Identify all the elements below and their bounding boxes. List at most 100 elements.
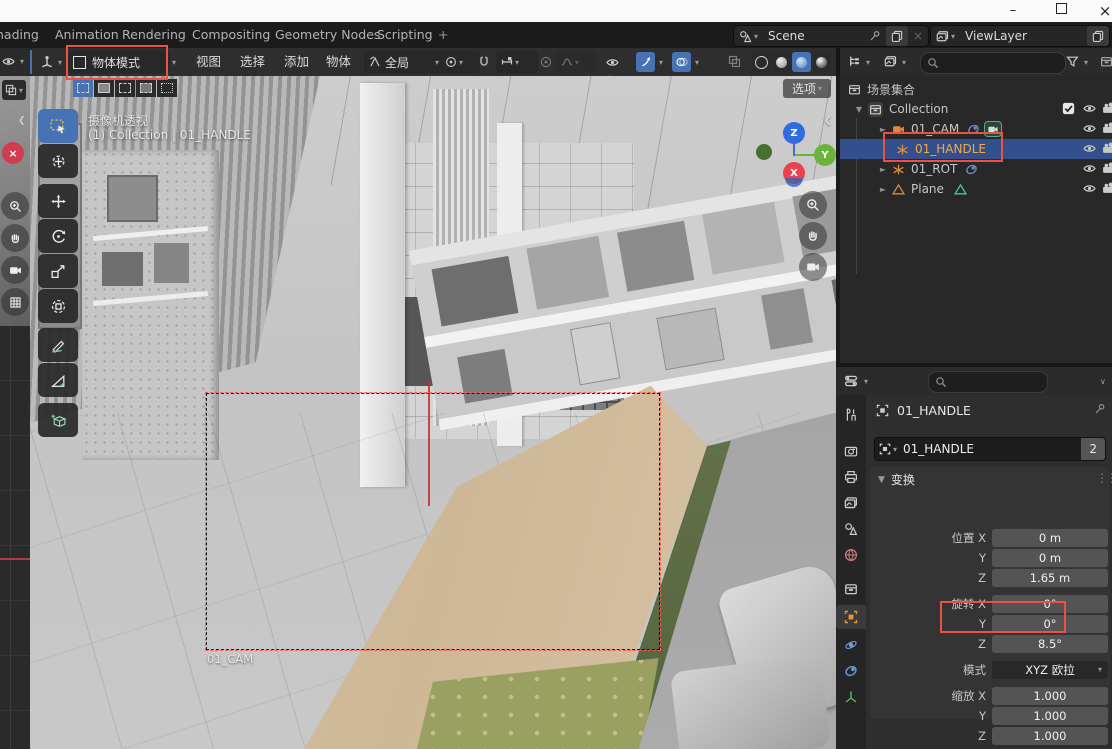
tool-scale[interactable]	[38, 254, 78, 288]
tool-transform[interactable]	[38, 289, 78, 323]
render-visibility-icon[interactable]	[1102, 142, 1112, 156]
annotation-eraser-icon[interactable]: ×	[2, 142, 24, 164]
tab-shading[interactable]: hading	[0, 22, 39, 48]
outliner-row-collection[interactable]: ▼ Collection	[840, 99, 1112, 119]
scale-z-field[interactable]: 1.000	[992, 727, 1108, 745]
tab-object-data[interactable]	[836, 685, 866, 709]
disclosure-closed-icon[interactable]: ►	[878, 165, 888, 174]
sliver-pan-button[interactable]	[1, 224, 29, 252]
rotation-y-field[interactable]: 0°	[992, 615, 1108, 633]
render-visibility-icon[interactable]	[1102, 102, 1112, 116]
menu-add[interactable]: 添加	[284, 48, 309, 76]
outliner-search-input[interactable]	[920, 52, 1066, 74]
tab-compositing[interactable]: Compositing	[192, 22, 270, 48]
render-visibility-icon[interactable]	[1102, 182, 1112, 196]
tab-geometry-nodes[interactable]: Geometry Nodes	[275, 22, 380, 48]
shading-material-button[interactable]	[792, 52, 811, 72]
menu-view[interactable]: 视图	[196, 48, 221, 76]
tab-render[interactable]	[836, 439, 866, 463]
minimize-button[interactable]: –	[998, 1, 1028, 21]
tool-add-cube[interactable]	[38, 403, 78, 437]
tab-scene[interactable]	[836, 517, 866, 541]
pivot-dropdown[interactable]: ▾	[440, 51, 480, 73]
tab-view-layer[interactable]	[836, 491, 866, 515]
render-visibility-icon[interactable]	[1102, 122, 1112, 136]
rotation-z-field[interactable]: 8.5°	[992, 635, 1108, 653]
tab-rendering[interactable]: Rendering	[122, 22, 186, 48]
snap-toggle[interactable]	[478, 56, 490, 68]
disclosure-closed-icon[interactable]: ►	[878, 185, 888, 194]
sliver-grid-button[interactable]	[1, 288, 29, 316]
tab-output[interactable]	[836, 465, 866, 489]
shading-solid-button[interactable]	[772, 52, 791, 72]
select-mode-intersect-button[interactable]	[157, 79, 177, 97]
drag-dots-icon[interactable]: ⋮⋮	[1096, 471, 1112, 485]
users-count-badge[interactable]: 2	[1081, 438, 1105, 460]
hide-eye-icon[interactable]	[1083, 102, 1097, 116]
disclosure-open-icon[interactable]: ▼	[854, 105, 864, 114]
hide-eye-icon[interactable]	[1083, 122, 1097, 136]
tab-constraints[interactable]	[836, 659, 866, 683]
orientation-dropdown[interactable]: 全局 ▾	[364, 51, 444, 73]
maximize-button[interactable]	[1046, 1, 1076, 21]
transform-panel-header[interactable]: ▼ 变换	[876, 471, 915, 488]
tab-world[interactable]	[836, 543, 866, 567]
add-workspace-button[interactable]: +	[438, 22, 448, 48]
outliner-row-plane[interactable]: ► Plane	[840, 179, 1112, 199]
properties-editor-type-button[interactable]	[844, 374, 858, 388]
pin-icon[interactable]	[1094, 403, 1106, 415]
mode-chevron-icon[interactable]: ▾	[172, 58, 176, 67]
tool-move[interactable]	[38, 184, 78, 218]
select-mode-new-button[interactable]	[73, 79, 93, 97]
options-dropdown[interactable]: 选项▾	[783, 79, 831, 98]
camera-frame[interactable]	[206, 393, 660, 650]
gizmo-dropdown[interactable]: ▾	[659, 58, 663, 67]
tab-collection[interactable]	[836, 577, 866, 601]
viewport-3d[interactable]: 01_CAM 选项▾ 摄像机透视 (1) Collection | 01_HAN…	[30, 76, 836, 749]
hide-eye-icon[interactable]	[1083, 162, 1097, 176]
view-layer-name-field[interactable]: ViewLayer	[960, 26, 1087, 46]
shading-wireframe-button[interactable]	[752, 52, 771, 72]
tab-animation[interactable]: Animation	[55, 22, 119, 48]
outliner-filter-button[interactable]	[1066, 55, 1079, 68]
outliner-row-01-cam[interactable]: ► 01_CAM	[840, 119, 1112, 139]
collection-checkbox[interactable]	[1062, 102, 1076, 116]
tool-measure[interactable]	[38, 363, 78, 397]
xray-toggle[interactable]	[728, 55, 741, 68]
outliner-filter-mode-dropdown[interactable]	[884, 55, 897, 68]
view-layer-browse-button[interactable]: ▾	[931, 26, 960, 46]
rotation-x-field[interactable]: 0°	[992, 595, 1108, 613]
object-name-field[interactable]: ▾ 01_HANDLE 2	[874, 437, 1106, 461]
snap-settings-dropdown[interactable]: ▾	[496, 51, 538, 73]
proportional-edit-toggle[interactable]	[540, 56, 552, 68]
location-z-field[interactable]: 1.65 m	[992, 569, 1108, 587]
select-mode-extend-button[interactable]	[94, 79, 114, 97]
gizmo-y-neg-ball[interactable]	[756, 144, 772, 160]
mode-dropdown[interactable]: 物体模式	[68, 51, 170, 73]
viewport-camera-view-button[interactable]	[799, 253, 827, 281]
select-mode-subtract-button[interactable]	[115, 79, 135, 97]
viewport-zoom-button[interactable]	[799, 191, 827, 219]
left-sliver-mode-button[interactable]: ▾	[2, 80, 26, 100]
collapse-arrow-icon[interactable]: ❮	[18, 116, 26, 126]
gizmo-z-ball[interactable]: Z	[783, 122, 805, 144]
tool-cursor[interactable]	[38, 144, 78, 178]
hide-eye-icon[interactable]	[1083, 142, 1097, 156]
hide-eye-icon[interactable]	[1083, 182, 1097, 196]
tab-scripting[interactable]: Scripting	[377, 22, 433, 48]
rotation-mode-dropdown[interactable]: XYZ 欧拉 ▾	[992, 661, 1108, 679]
gizmo-y-ball[interactable]: Y	[814, 144, 836, 166]
gizmo-z-neg-ball[interactable]	[785, 178, 803, 187]
menu-object[interactable]: 物体	[326, 48, 351, 76]
active-camera-badge[interactable]	[984, 121, 1002, 137]
tab-tool[interactable]	[836, 403, 866, 427]
tool-select-box[interactable]	[38, 109, 78, 143]
falloff-dropdown[interactable]: ▾	[556, 51, 596, 73]
sliver-zoom-button[interactable]	[1, 192, 29, 220]
select-mode-invert-button[interactable]	[136, 79, 156, 97]
viewport-pan-button[interactable]	[799, 222, 827, 250]
unlink-scene-button[interactable]: ×	[908, 26, 928, 46]
properties-search-input[interactable]	[928, 371, 1048, 393]
axis-gizmo[interactable]: Z Y X	[756, 122, 826, 186]
location-x-field[interactable]: 0 m	[992, 529, 1108, 547]
